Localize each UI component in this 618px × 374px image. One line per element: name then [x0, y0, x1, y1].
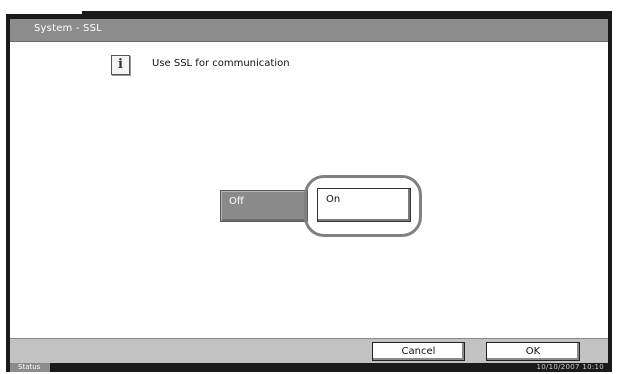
right-accent-bar — [608, 14, 612, 46]
title-bar: System - SSL — [10, 19, 608, 42]
off-button[interactable]: Off — [220, 190, 308, 222]
page-title: System - SSL — [34, 23, 102, 34]
on-button[interactable]: On — [317, 188, 411, 222]
status-bar: Status 10/10/2007 10:10 — [10, 363, 608, 372]
datetime-display: 10/10/2007 10:10 — [536, 363, 604, 371]
panel-screen: System - SSL i Use SSL for communication… — [6, 11, 612, 372]
content-area: i Use SSL for communication Off On — [10, 42, 608, 338]
status-button[interactable]: Status — [10, 363, 50, 372]
cancel-button[interactable]: Cancel — [372, 342, 465, 361]
on-button-label: On — [326, 194, 341, 205]
ok-button[interactable]: OK — [486, 342, 580, 361]
info-message: Use SSL for communication — [152, 58, 290, 69]
off-button-label: Off — [229, 196, 244, 207]
info-icon: i — [111, 55, 130, 75]
top-tab-bar — [82, 11, 612, 19]
bottom-button-bar: Cancel OK — [10, 338, 608, 363]
